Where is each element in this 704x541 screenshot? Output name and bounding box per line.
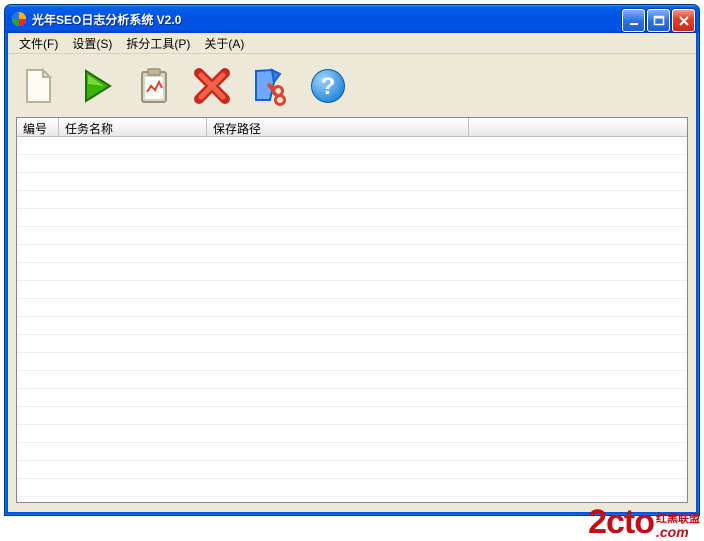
list-row bbox=[17, 299, 687, 317]
column-name[interactable]: 任务名称 bbox=[59, 118, 207, 136]
delete-button[interactable] bbox=[190, 64, 234, 108]
run-button[interactable] bbox=[74, 64, 118, 108]
maximize-icon bbox=[653, 15, 665, 27]
list-row bbox=[17, 479, 687, 497]
minimize-icon bbox=[628, 15, 640, 27]
list-row bbox=[17, 317, 687, 335]
column-id[interactable]: 编号 bbox=[17, 118, 59, 136]
list-row bbox=[17, 353, 687, 371]
list-row bbox=[17, 209, 687, 227]
column-path[interactable]: 保存路径 bbox=[207, 118, 469, 136]
toolbar: ? bbox=[8, 54, 696, 118]
clipboard-chart-icon bbox=[134, 66, 174, 106]
title-bar: 光年SEO日志分析系统 V2.0 bbox=[5, 5, 699, 33]
list-row bbox=[17, 425, 687, 443]
document-icon bbox=[18, 66, 58, 106]
watermark-main: 2cto bbox=[588, 505, 654, 539]
list-row bbox=[17, 227, 687, 245]
list-row bbox=[17, 173, 687, 191]
list-row bbox=[17, 281, 687, 299]
play-icon bbox=[76, 66, 116, 106]
list-row bbox=[17, 263, 687, 281]
list-row bbox=[17, 443, 687, 461]
svg-text:?: ? bbox=[321, 73, 336, 100]
list-body bbox=[17, 137, 687, 503]
column-blank[interactable] bbox=[469, 118, 687, 136]
list-row bbox=[17, 191, 687, 209]
client-area: 文件(F) 设置(S) 拆分工具(P) 关于(A) bbox=[8, 33, 696, 512]
new-document-button[interactable] bbox=[16, 64, 60, 108]
list-row bbox=[17, 137, 687, 155]
task-list[interactable]: 编号 任务名称 保存路径 bbox=[16, 117, 688, 503]
app-window: 光年SEO日志分析系统 V2.0 文件(F) 设置(S) 拆分工具(P) 关于(… bbox=[4, 4, 700, 516]
list-row bbox=[17, 389, 687, 407]
watermark: 2cto 红黑联盟 .com bbox=[588, 505, 700, 539]
list-row bbox=[17, 461, 687, 479]
maximize-button[interactable] bbox=[647, 9, 670, 32]
list-row bbox=[17, 335, 687, 353]
minimize-button[interactable] bbox=[622, 9, 645, 32]
cut-button[interactable] bbox=[248, 64, 292, 108]
list-header: 编号 任务名称 保存路径 bbox=[17, 118, 687, 137]
menu-file[interactable]: 文件(F) bbox=[12, 33, 65, 54]
list-row bbox=[17, 497, 687, 503]
list-row bbox=[17, 407, 687, 425]
list-row bbox=[17, 155, 687, 173]
watermark-com: .com bbox=[656, 525, 700, 539]
cut-icon bbox=[250, 66, 290, 106]
window-title: 光年SEO日志分析系统 V2.0 bbox=[32, 11, 181, 28]
close-button[interactable] bbox=[672, 9, 695, 32]
app-icon bbox=[11, 11, 27, 27]
close-icon bbox=[678, 15, 690, 27]
list-row bbox=[17, 371, 687, 389]
list-row bbox=[17, 245, 687, 263]
menu-bar: 文件(F) 设置(S) 拆分工具(P) 关于(A) bbox=[8, 33, 696, 54]
menu-about[interactable]: 关于(A) bbox=[197, 33, 251, 54]
report-button[interactable] bbox=[132, 64, 176, 108]
delete-x-icon bbox=[192, 66, 232, 106]
caption-buttons bbox=[622, 9, 695, 32]
menu-settings[interactable]: 设置(S) bbox=[65, 33, 119, 54]
help-button[interactable]: ? bbox=[306, 64, 350, 108]
help-icon: ? bbox=[308, 66, 348, 106]
menu-split[interactable]: 拆分工具(P) bbox=[119, 33, 197, 54]
